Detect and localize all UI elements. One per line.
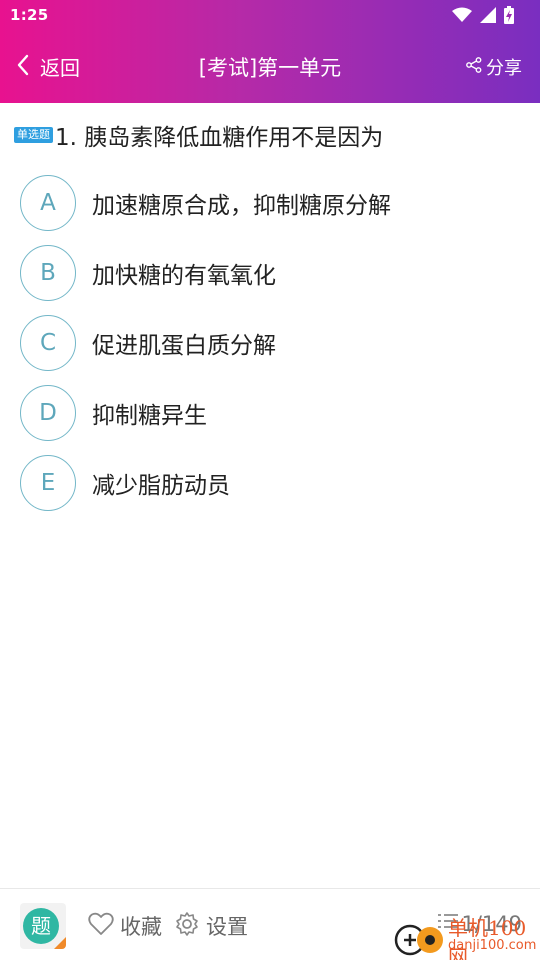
page-title: [考试]第一单元 <box>198 56 342 80</box>
app-logo[interactable]: 题 <box>20 903 66 949</box>
question-type-badge: 单选题 <box>14 127 53 143</box>
share-icon <box>466 57 482 77</box>
settings-label: 设置 <box>206 915 248 939</box>
option-e[interactable]: E 减少脂肪动员 <box>20 448 530 518</box>
signal-icon <box>480 7 496 23</box>
watermark-logo-icon <box>390 918 446 960</box>
share-label: 分享 <box>486 58 522 79</box>
option-letter: D <box>20 385 76 441</box>
option-c[interactable]: C 促进肌蛋白质分解 <box>20 308 530 378</box>
option-text: 加快糖的有氧氧化 <box>92 263 276 289</box>
option-letter: C <box>20 315 76 371</box>
favorite-label: 收藏 <box>120 915 162 939</box>
option-letter: A <box>20 175 76 231</box>
gear-icon <box>174 911 200 941</box>
status-time: 1:25 <box>10 6 49 24</box>
share-button[interactable]: 分享 <box>466 54 522 80</box>
exam-page: 1:25 返回 [考试]第一单元 分享 单选题 1. 胰岛素降低血糖作用不是因为… <box>0 0 540 960</box>
app-bar: 返回 [考试]第一单元 分享 <box>0 32 540 103</box>
option-text: 减少脂肪动员 <box>92 473 230 499</box>
option-text: 加速糖原合成，抑制糖原分解 <box>92 193 391 219</box>
option-letter: B <box>20 245 76 301</box>
option-a[interactable]: A 加速糖原合成，抑制糖原分解 <box>20 168 530 238</box>
option-b[interactable]: B 加快糖的有氧氧化 <box>20 238 530 308</box>
app-logo-text: 题 <box>31 914 51 938</box>
option-text: 抑制糖异生 <box>92 403 207 429</box>
settings-button[interactable]: 设置 <box>174 911 248 941</box>
app-logo-icon: 题 <box>23 908 66 949</box>
header: 1:25 返回 [考试]第一单元 分享 <box>0 0 540 103</box>
option-text: 促进肌蛋白质分解 <box>92 333 276 359</box>
question: 单选题 1. 胰岛素降低血糖作用不是因为 <box>14 118 534 152</box>
options-list: A 加速糖原合成，抑制糖原分解 B 加快糖的有氧氧化 C 促进肌蛋白质分解 D … <box>20 168 530 518</box>
favorite-button[interactable]: 收藏 <box>88 911 162 941</box>
status-bar: 1:25 <box>0 0 540 32</box>
option-d[interactable]: D 抑制糖异生 <box>20 378 530 448</box>
status-icons <box>452 6 514 24</box>
watermark-url: danji100.com <box>448 938 537 953</box>
wifi-icon <box>452 7 472 23</box>
question-text: 1. 胰岛素降低血糖作用不是因为 <box>55 125 384 151</box>
option-letter: E <box>20 455 76 511</box>
heart-icon <box>88 912 114 940</box>
battery-icon <box>504 6 514 24</box>
watermark: 单机100网 danji100.com <box>390 910 540 960</box>
